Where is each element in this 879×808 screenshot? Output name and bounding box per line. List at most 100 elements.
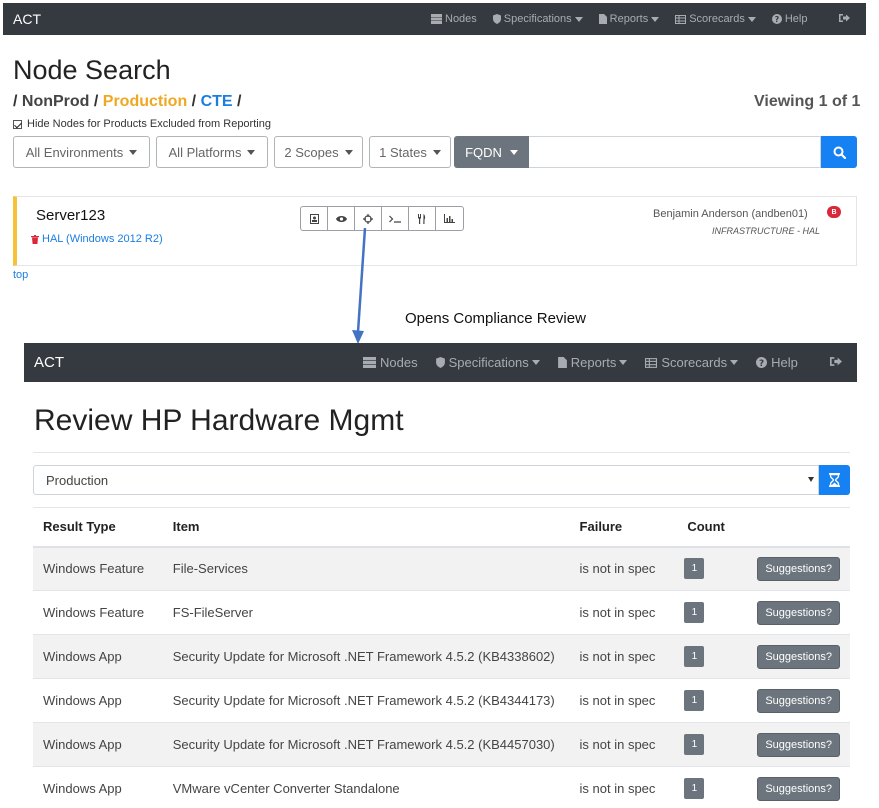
caret-down-icon [730,360,739,365]
suggestions-button[interactable]: Suggestions? [757,556,840,581]
count-badge: 1 [684,690,705,711]
hourglass-button[interactable] [819,465,850,495]
caret-down-icon [747,16,756,22]
shield-icon [492,14,501,24]
column-header-item[interactable]: Item [162,507,570,548]
status-badge: B [827,206,841,218]
node-details-button[interactable] [301,207,328,230]
caret-down-icon [509,149,518,155]
nav-item-help[interactable]: ? Help [771,13,808,25]
sign-out-icon[interactable] [839,13,850,23]
scope-filter-dropdown[interactable]: 2 Scopes [274,136,363,168]
nav-item-label: Nodes [445,13,477,25]
brand-logo[interactable]: ACT [13,11,41,27]
table-row: Windows App VMware vCenter Converter Sta… [33,766,850,808]
suggestions-button[interactable]: Suggestions? [757,688,840,713]
node-org: INFRASTRUCTURE - HAL [712,226,821,236]
dropdown-label: All Environments [25,144,124,160]
platform-filter-dropdown[interactable]: All Platforms [156,136,268,168]
annotation-arrow [352,227,367,344]
node-name[interactable]: Server123 [36,207,105,224]
column-header-count[interactable]: Count [677,507,748,548]
nav-item-reports[interactable]: Reports [557,355,628,370]
top-link[interactable]: top [13,269,28,281]
nav-item-specifications[interactable]: Specifications [435,355,540,370]
nav-item-label: Specifications [448,355,529,370]
suggestions-button[interactable]: Suggestions? [757,600,840,625]
hide-nodes-checkbox[interactable] [13,119,22,129]
dropdown-label: All Platforms [168,144,242,160]
cell-action: Suggestions? [747,634,850,679]
bar-chart-icon [444,214,455,223]
caret-down-icon [808,477,814,482]
review-navbar: ACT Nodes Specifications Reports Scoreca… [24,343,857,382]
state-filter-dropdown[interactable]: 1 States [369,136,451,168]
cell-action: Suggestions? [747,722,850,767]
count-badge: 1 [684,602,705,623]
nav-item-nodes[interactable]: Nodes [363,355,418,370]
cell-failure: is not in spec [569,766,678,808]
breadcrumb-item-nonprod[interactable]: NonProd [22,93,90,110]
count-badge: 1 [684,646,705,667]
count-badge: 1 [684,778,705,800]
cell-result-type: Windows App [33,766,163,808]
search-type-dropdown[interactable]: FQDN [454,136,529,168]
column-header-failure[interactable]: Failure [569,507,678,548]
nav-item-label: Reports [570,355,617,370]
table-icon [645,357,658,368]
column-header-result-type[interactable]: Result Type [33,507,163,548]
nav-item-label: Scorecards [661,355,728,370]
cell-count: 1 [677,546,748,591]
environment-filter-dropdown[interactable]: All Environments [13,136,150,168]
node-platform-link[interactable]: HAL (Windows 2012 R2) [31,233,163,245]
brand-logo[interactable]: ACT [34,354,64,371]
nav-item-label: Help [771,355,798,370]
nav-item-scorecards[interactable]: Scorecards [675,13,756,25]
suggestions-button[interactable]: Suggestions? [757,644,840,669]
suggestions-button[interactable]: Suggestions? [757,732,840,757]
node-card: Server123 HAL (Windows 2012 R2) Benjamin… [13,196,857,266]
platform-label: HAL (Windows 2012 R2) [42,233,163,245]
nav-item-scorecards[interactable]: Scorecards [645,355,739,370]
nav-item-specifications[interactable]: Specifications [492,13,583,25]
caret-down-icon [574,16,583,22]
cell-result-type: Windows App [33,634,163,679]
sign-out-icon[interactable] [830,356,842,367]
environment-select-value: Production [46,473,109,488]
cell-failure: is not in spec [569,634,678,679]
hide-nodes-option[interactable]: Hide Nodes for Products Excluded from Re… [13,118,271,130]
review-title: Review HP Hardware Mgmt [34,404,404,437]
nav-item-nodes[interactable]: Nodes [431,13,477,25]
nav-item-label: Help [784,13,808,25]
node-recipes-button[interactable] [409,207,436,230]
environment-select[interactable]: Production [33,465,819,495]
nav-item-help[interactable]: ? Help [756,355,798,370]
table-row: Windows Feature File-Services is not in … [33,546,850,591]
node-owner: Benjamin Anderson (andben01) [653,208,808,220]
cell-failure: is not in spec [569,722,678,767]
cell-failure: is not in spec [569,546,678,591]
search-button[interactable] [821,136,857,168]
server-icon [431,14,442,24]
crosshairs-icon [363,213,373,224]
breadcrumb-item-production[interactable]: Production [103,93,187,110]
hide-nodes-label: Hide Nodes for Products Excluded from Re… [27,118,271,130]
top-navbar: ACT Nodes Specifications Reports Scoreca… [3,3,866,35]
count-badge: 1 [684,734,705,755]
suggestions-button[interactable]: Suggestions? [757,776,840,801]
node-terminal-button[interactable] [382,207,409,230]
divider [33,452,850,453]
svg-text:?: ? [759,359,764,368]
page-title: Node Search [13,55,171,85]
cell-action: Suggestions? [747,590,850,635]
search-input[interactable] [529,136,821,168]
breadcrumb-item-cte[interactable]: CTE [201,93,233,110]
cell-item: VMware vCenter Converter Standalone [162,766,570,808]
node-chart-button[interactable] [436,207,463,230]
table-row: Windows App Security Update for Microsof… [33,722,850,767]
nav-item-reports[interactable]: Reports [598,13,660,25]
cell-count: 1 [677,590,748,635]
cell-action: Suggestions? [747,678,850,723]
breadcrumb: / NonProd / Production / CTE / [13,93,242,110]
cell-count: 1 [677,678,748,723]
